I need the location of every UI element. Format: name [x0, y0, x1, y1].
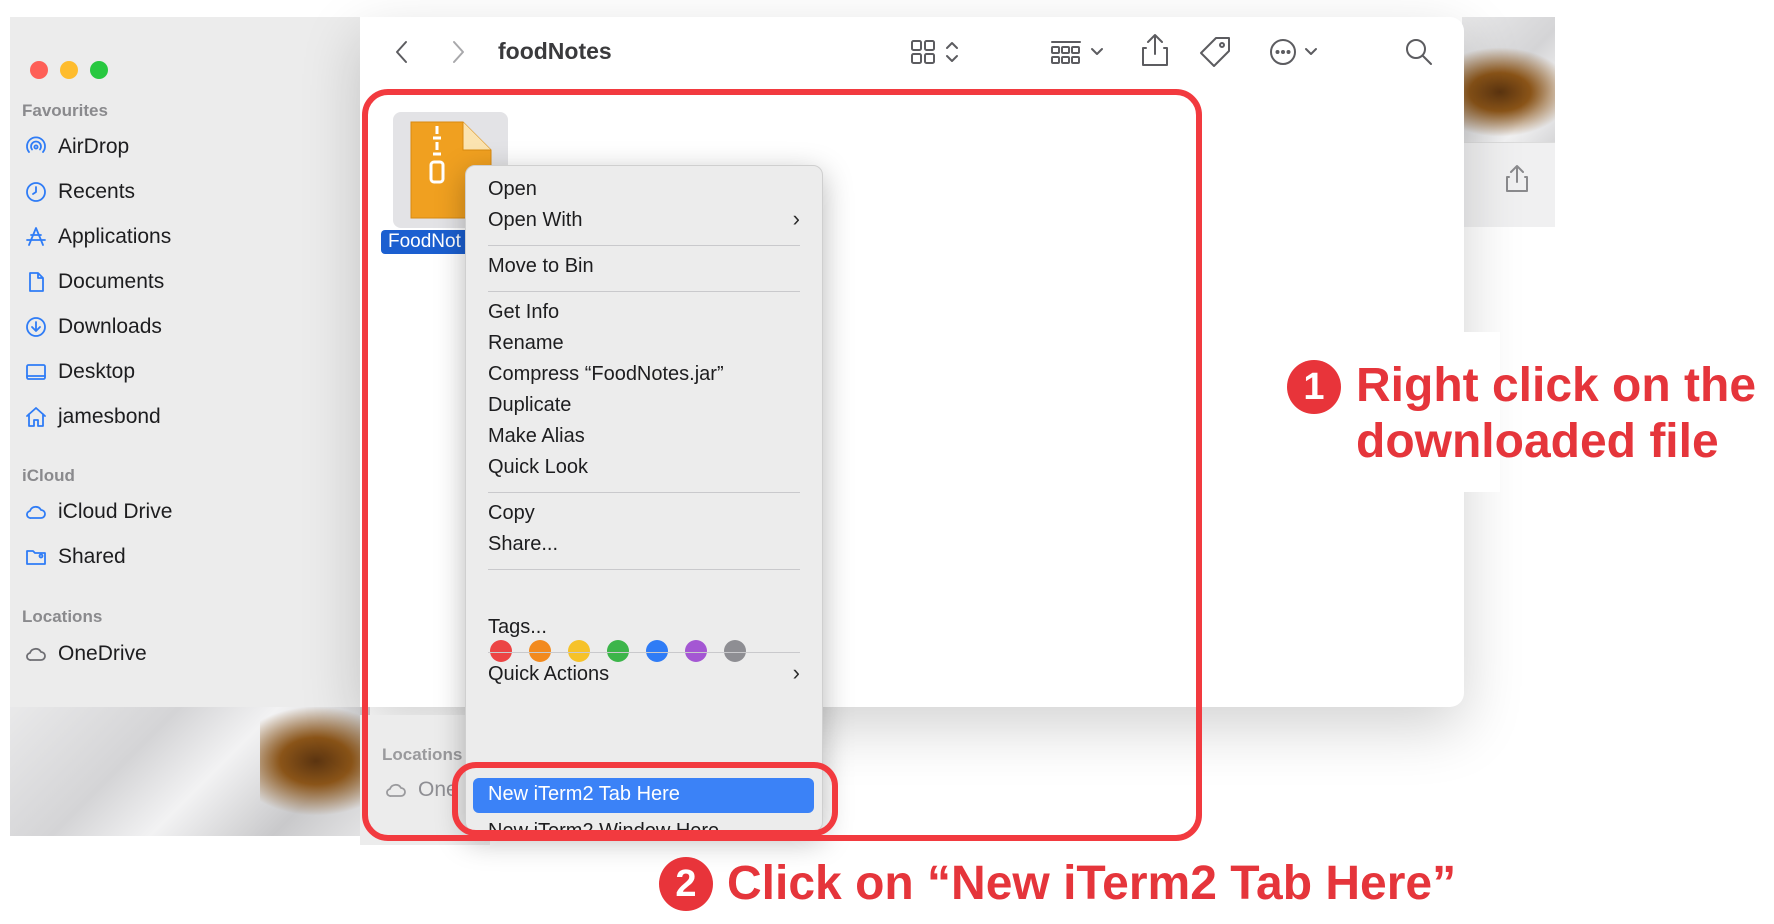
window-title: foodNotes: [498, 38, 612, 64]
document-icon: [22, 268, 50, 296]
group-by-icon[interactable]: [1050, 38, 1112, 71]
sidebar-item-label: jamesbond: [58, 405, 161, 428]
desktop-icon: [22, 358, 50, 386]
shared-folder-icon: [22, 543, 50, 571]
locations-heading: Locations: [22, 607, 103, 626]
sidebar-item-label: AirDrop: [58, 135, 130, 158]
sidebar-item-label: Recents: [58, 180, 136, 203]
sidebar-item-label: Shared: [58, 545, 126, 568]
icon-view-icon[interactable]: [910, 38, 964, 71]
close-button[interactable]: [30, 61, 48, 79]
minimize-button[interactable]: [60, 61, 78, 79]
step-2-badge: 2: [659, 857, 713, 911]
sidebar-item-applications[interactable]: Applications: [22, 222, 171, 252]
share-icon[interactable]: [1140, 32, 1170, 73]
clock-icon: [22, 178, 50, 206]
home-icon: [22, 403, 50, 431]
sidebar-item-desktop[interactable]: Desktop: [22, 357, 135, 387]
airdrop-icon: [22, 133, 50, 161]
sidebar-item-icloud-drive[interactable]: iCloud Drive: [22, 497, 172, 527]
background-finder-window: [10, 706, 370, 836]
sidebar-item-onedrive[interactable]: OneDrive: [22, 639, 147, 669]
step-1-line-2: downloaded file: [1356, 415, 1719, 468]
step-1-instruction: Right click on the downloaded file: [1356, 358, 1756, 470]
favourites-heading: Favourites: [22, 101, 108, 120]
sidebar-item-label: OneDrive: [58, 642, 147, 665]
step-2-instruction: Click on “New iTerm2 Tab Here”: [727, 857, 1457, 910]
more-actions-icon[interactable]: [1268, 36, 1328, 73]
sidebar-item-recents[interactable]: Recents: [22, 177, 135, 207]
step-1-line-1: Right click on the: [1356, 359, 1757, 412]
sidebar-item-label: Desktop: [58, 360, 136, 383]
step-1-badge: 1: [1287, 360, 1341, 414]
applications-icon: [22, 223, 50, 251]
finder-sidebar: Favourites AirDrop Recents Applications …: [10, 17, 361, 707]
sidebar-item-label: Documents: [58, 270, 165, 293]
sidebar-item-label: Downloads: [58, 315, 162, 338]
zoom-button[interactable]: [90, 61, 108, 79]
sidebar-item-shared[interactable]: Shared: [22, 542, 126, 572]
cloud-icon: [22, 640, 50, 668]
sidebar-item-documents[interactable]: Documents: [22, 267, 164, 297]
cloud-icon: [22, 498, 50, 526]
desktop-wallpaper-right: [1462, 17, 1555, 227]
tag-icon[interactable]: [1198, 35, 1232, 74]
sidebar-item-label: iCloud Drive: [58, 500, 173, 523]
icloud-heading: iCloud: [22, 466, 75, 485]
download-icon: [22, 313, 50, 341]
sidebar-item-jamesbond[interactable]: jamesbond: [22, 402, 161, 432]
sidebar-item-downloads[interactable]: Downloads: [22, 312, 162, 342]
back-chevron-icon[interactable]: [392, 38, 412, 71]
sidebar-item-airdrop[interactable]: AirDrop: [22, 132, 129, 162]
sidebar-item-label: Applications: [58, 225, 172, 248]
search-icon[interactable]: [1403, 36, 1435, 73]
annotation-box-file-area: [362, 89, 1202, 841]
forward-chevron-icon[interactable]: [448, 38, 468, 71]
annotation-box-menu-item: [452, 762, 838, 836]
share-icon: [1504, 163, 1530, 198]
